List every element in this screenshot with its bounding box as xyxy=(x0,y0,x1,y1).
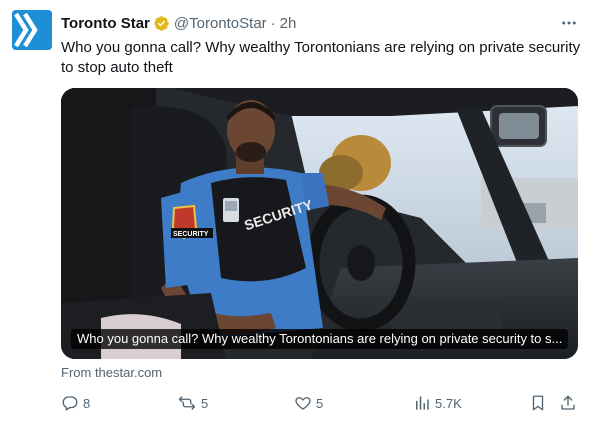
tweet-header: Toronto Star @TorontoStar · 2h xyxy=(61,12,580,34)
toronto-star-logo xyxy=(12,10,52,50)
author-handle[interactable]: @TorontoStar xyxy=(174,15,267,32)
more-options-button[interactable] xyxy=(558,14,580,32)
reply-icon xyxy=(62,396,78,411)
repost-button[interactable]: 5 xyxy=(177,391,208,415)
reply-button[interactable]: 8 xyxy=(61,391,90,415)
avatar-toronto-star[interactable] xyxy=(12,10,52,50)
author-name[interactable]: Toronto Star xyxy=(61,15,150,32)
tweet-action-bar: 8 5 5 5.7K xyxy=(61,391,581,415)
views-button[interactable]: 5.7K xyxy=(413,391,462,415)
views-count: 5.7K xyxy=(435,395,462,411)
like-count: 5 xyxy=(316,395,324,411)
like-icon xyxy=(295,397,311,410)
reply-count: 8 xyxy=(83,395,91,411)
separator-dot: · xyxy=(270,14,276,32)
repost-count: 5 xyxy=(201,395,209,411)
card-source-link[interactable]: From thestar.com xyxy=(61,365,162,380)
verified-badge-icon xyxy=(153,15,170,32)
like-button[interactable]: 5 xyxy=(294,391,323,415)
views-icon xyxy=(416,396,429,410)
tweet-text: Who you gonna call? Why wealthy Toronton… xyxy=(61,39,581,76)
share-button[interactable] xyxy=(559,391,577,415)
bookmark-icon xyxy=(532,395,544,411)
more-options-icon xyxy=(562,21,576,25)
tweet-timestamp[interactable]: 2h xyxy=(280,15,297,32)
card-caption: Who you gonna call? Why wealthy Toronton… xyxy=(71,329,569,349)
security-guard-photo: SECURITY SECURITY xyxy=(61,88,578,359)
share-icon xyxy=(561,395,575,410)
repost-icon xyxy=(178,396,196,410)
bookmark-button[interactable] xyxy=(529,391,547,415)
link-card-image[interactable]: SECURITY SECURITY Who you gonna call? Wh… xyxy=(61,88,578,359)
arm-patch-label: SECURITY xyxy=(173,231,209,238)
